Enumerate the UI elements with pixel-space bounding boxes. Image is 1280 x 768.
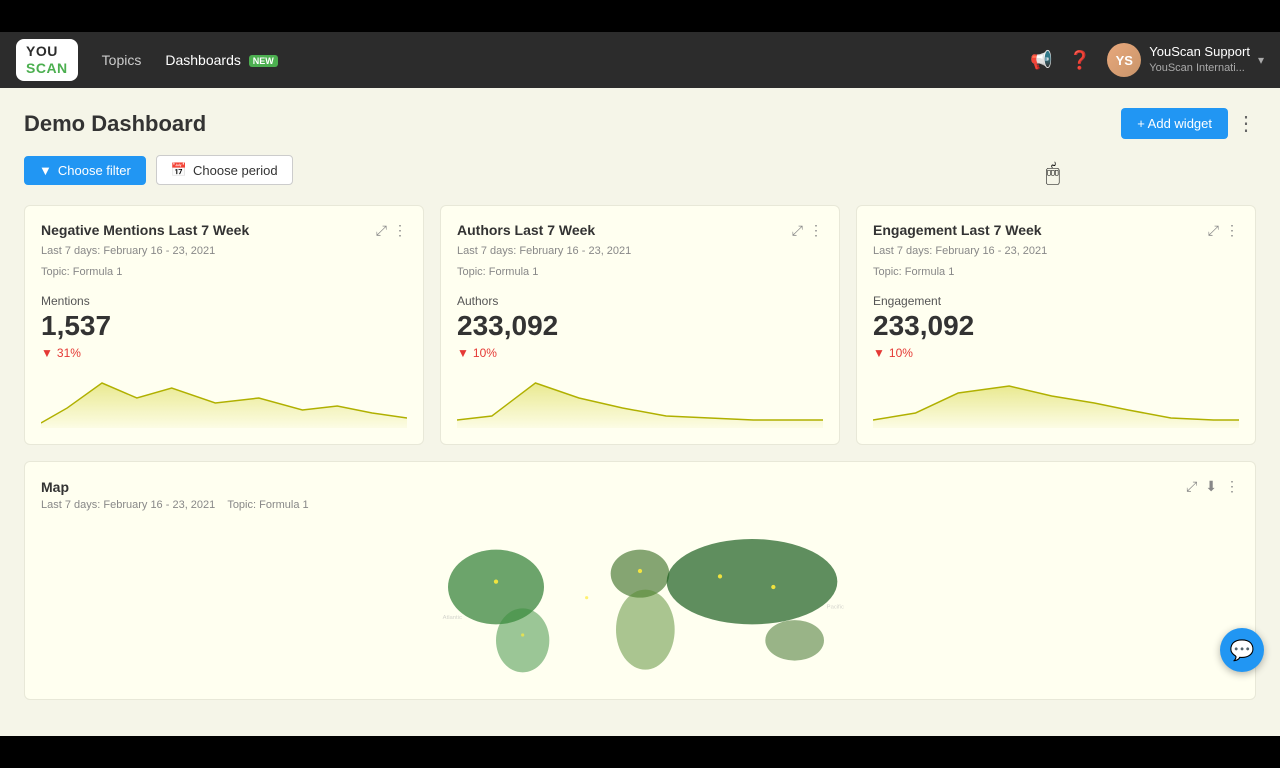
filters-row: ▼ Choose filter 📅 Choose period <box>24 155 1256 185</box>
map-actions: ⤢ ⬇ ⋮ <box>1186 478 1239 495</box>
widget-more-icon[interactable]: ⋮ <box>1225 222 1239 239</box>
metric-change: ▼ 10% <box>873 346 1239 360</box>
expand-icon[interactable]: ⤢ <box>1186 478 1197 495</box>
calendar-icon: 📅 <box>171 162 187 178</box>
chat-icon: 💬 <box>1230 638 1255 663</box>
bell-icon[interactable]: 📢 <box>1030 50 1052 71</box>
sparkline-svg <box>457 368 823 428</box>
logo[interactable]: YOUSCAN <box>16 39 78 81</box>
sparkline-svg <box>41 368 407 428</box>
expand-icon[interactable]: ⤢ <box>376 222 387 239</box>
down-arrow-icon: ▼ <box>41 346 53 360</box>
svg-text:Pacific: Pacific <box>827 604 844 610</box>
user-menu[interactable]: YS YouScan Support YouScan Internati... … <box>1107 43 1264 77</box>
sparkline-svg <box>873 368 1239 428</box>
sparkline <box>873 368 1239 428</box>
widget-actions: ⤢ ⋮ <box>792 222 823 239</box>
widget-authors: Authors Last 7 Week ⤢ ⋮ Last 7 days: Feb… <box>440 205 840 445</box>
user-info: YouScan Support YouScan Internati... <box>1149 44 1250 75</box>
sparkline <box>41 368 407 428</box>
page-actions: + Add widget ⋮ <box>1121 108 1256 139</box>
metric-change: ▼ 31% <box>41 346 407 360</box>
page-header: Demo Dashboard + Add widget ⋮ <box>24 108 1256 139</box>
widget-topic: Topic: Formula 1 <box>457 264 823 281</box>
widget-actions: ⤢ ⋮ <box>376 222 407 239</box>
map-title: Map <box>41 479 69 495</box>
metric-label: Authors <box>457 294 823 308</box>
widget-date-range: Last 7 days: February 16 - 23, 2021 <box>873 243 1239 260</box>
widget-topic: Topic: Formula 1 <box>41 264 407 281</box>
svg-text:Atlantic: Atlantic <box>443 615 462 621</box>
navbar-right: 📢 ❓ YS YouScan Support YouScan Internati… <box>1030 43 1264 77</box>
nav-topics[interactable]: Topics <box>102 52 142 68</box>
map-header: Map ⤢ ⬇ ⋮ <box>41 478 1239 495</box>
page-title: Demo Dashboard <box>24 111 206 137</box>
map-meta: Last 7 days: February 16 - 23, 2021 Topi… <box>41 499 1239 511</box>
metric-value: 233,092 <box>873 310 1239 342</box>
widget-date-range: Last 7 days: February 16 - 23, 2021 <box>41 243 407 260</box>
widget-negative-mentions: Negative Mentions Last 7 Week ⤢ ⋮ Last 7… <box>24 205 424 445</box>
map-body: Atlantic Pacific <box>41 523 1239 683</box>
world-map-svg: Atlantic Pacific <box>41 523 1239 683</box>
metric-value: 1,537 <box>41 310 407 342</box>
metric-label: Engagement <box>873 294 1239 308</box>
widgets-grid: Negative Mentions Last 7 Week ⤢ ⋮ Last 7… <box>24 205 1256 445</box>
user-name: YouScan Support <box>1149 44 1250 61</box>
widget-header: Negative Mentions Last 7 Week ⤢ ⋮ <box>41 222 407 239</box>
navbar-left: YOUSCAN Topics Dashboards NEW <box>16 39 278 81</box>
navbar: YOUSCAN Topics Dashboards NEW 📢 ❓ YS You… <box>0 32 1280 88</box>
widget-header: Engagement Last 7 Week ⤢ ⋮ <box>873 222 1239 239</box>
page-content: Demo Dashboard + Add widget ⋮ ▼ Choose f… <box>0 88 1280 736</box>
nav-dashboards[interactable]: Dashboards NEW <box>165 52 277 68</box>
widget-more-icon[interactable]: ⋮ <box>393 222 407 239</box>
expand-icon[interactable]: ⤢ <box>792 222 803 239</box>
down-arrow-icon: ▼ <box>457 346 469 360</box>
down-arrow-icon: ▼ <box>873 346 885 360</box>
metric-change: ▼ 10% <box>457 346 823 360</box>
chevron-down-icon: ▾ <box>1258 53 1264 67</box>
widget-title: Negative Mentions Last 7 Week <box>41 222 249 238</box>
choose-filter-button[interactable]: ▼ Choose filter <box>24 156 146 185</box>
chat-button[interactable]: 💬 <box>1220 628 1264 672</box>
expand-icon[interactable]: ⤢ <box>1208 222 1219 239</box>
sparkline <box>457 368 823 428</box>
widget-more-icon[interactable]: ⋮ <box>809 222 823 239</box>
widget-engagement: Engagement Last 7 Week ⤢ ⋮ Last 7 days: … <box>856 205 1256 445</box>
widget-actions: ⤢ ⋮ <box>1208 222 1239 239</box>
filter-icon: ▼ <box>39 163 52 178</box>
widget-title: Authors Last 7 Week <box>457 222 595 238</box>
choose-period-button[interactable]: 📅 Choose period <box>156 155 293 185</box>
widget-topic: Topic: Formula 1 <box>873 264 1239 281</box>
metric-label: Mentions <box>41 294 407 308</box>
more-options-icon[interactable]: ⋮ <box>1236 111 1256 136</box>
help-icon[interactable]: ❓ <box>1069 50 1091 71</box>
widget-map: Map ⤢ ⬇ ⋮ Last 7 days: February 16 - 23,… <box>24 461 1256 700</box>
avatar: YS <box>1107 43 1141 77</box>
widget-header: Authors Last 7 Week ⤢ ⋮ <box>457 222 823 239</box>
new-badge: NEW <box>249 55 278 67</box>
widget-date-range: Last 7 days: February 16 - 23, 2021 <box>457 243 823 260</box>
map-more-icon[interactable]: ⋮ <box>1225 478 1239 495</box>
widget-title: Engagement Last 7 Week <box>873 222 1042 238</box>
user-org: YouScan Internati... <box>1149 61 1250 75</box>
download-icon[interactable]: ⬇ <box>1205 478 1217 495</box>
metric-value: 233,092 <box>457 310 823 342</box>
add-widget-button[interactable]: + Add widget <box>1121 108 1228 139</box>
